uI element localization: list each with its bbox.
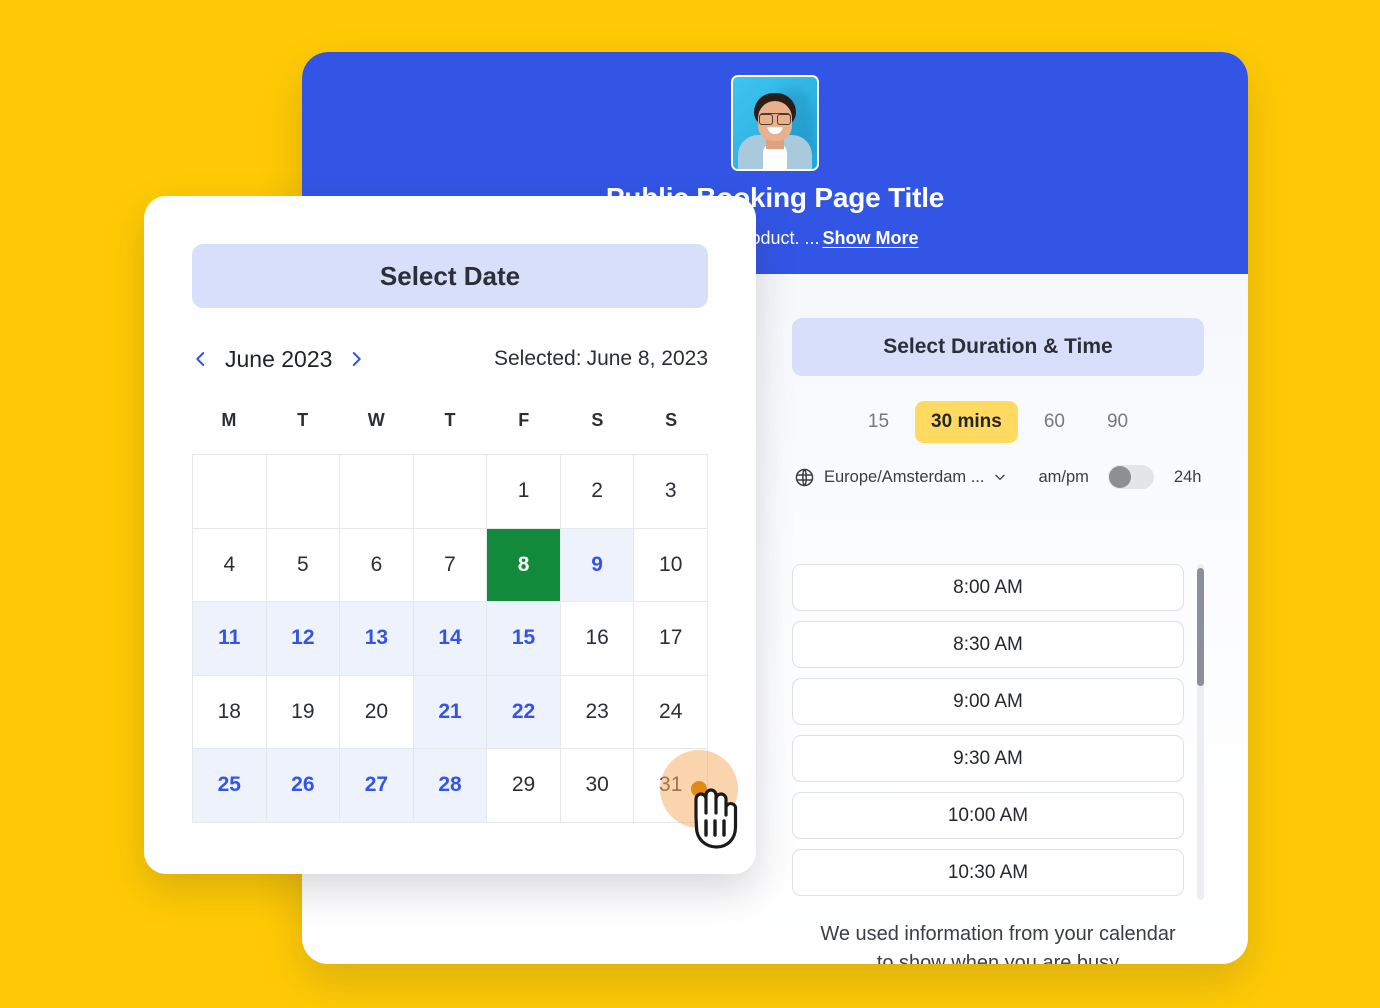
weekday-label: W bbox=[367, 410, 385, 430]
weekday-header: M T W T F S S bbox=[192, 410, 708, 442]
weekday-label: S bbox=[591, 410, 604, 430]
weekday-label: S bbox=[665, 410, 678, 430]
duration-heading: Select Duration & Time bbox=[792, 318, 1204, 376]
time-slots-scrollbar[interactable] bbox=[1197, 564, 1204, 900]
chevron-left-icon[interactable] bbox=[192, 350, 210, 368]
selected-date-label: Selected: June 8, 2023 bbox=[494, 347, 708, 371]
ampm-label: am/pm bbox=[1038, 467, 1089, 486]
scrollbar-thumb[interactable] bbox=[1197, 568, 1204, 686]
calendar-day[interactable]: 13 bbox=[340, 602, 414, 676]
calendar-day[interactable]: 8 bbox=[487, 528, 561, 602]
timezone-row: Europe/Amsterdam ... am/pm 24h bbox=[792, 465, 1204, 489]
weekday-label: T bbox=[444, 410, 456, 430]
chevron-right-icon[interactable] bbox=[347, 350, 365, 368]
calendar-day[interactable]: 22 bbox=[487, 675, 561, 749]
toggle-knob bbox=[1108, 466, 1131, 488]
selected-prefix: Selected: bbox=[494, 347, 582, 370]
calendar-day[interactable]: 10 bbox=[634, 528, 708, 602]
calendar-day[interactable]: 30 bbox=[560, 749, 635, 823]
calendar-day[interactable]: 21 bbox=[413, 675, 488, 749]
selected-date-value: June 8, 2023 bbox=[586, 347, 708, 370]
calendar-day[interactable]: 1 bbox=[487, 455, 561, 529]
busy-note-line-1: We used information from your calendar bbox=[820, 923, 1176, 945]
calendar-day[interactable]: 7 bbox=[413, 528, 488, 602]
duration-option-60[interactable]: 60 bbox=[1028, 401, 1081, 443]
calendar-day-empty bbox=[193, 455, 267, 529]
calendar-day[interactable]: 19 bbox=[266, 675, 341, 749]
calendar-day[interactable]: 29 bbox=[487, 749, 561, 823]
timezone-label[interactable]: Europe/Amsterdam ... bbox=[824, 468, 984, 487]
calendar-day[interactable]: 3 bbox=[634, 455, 708, 529]
duration-options: 15 30 mins 60 90 bbox=[792, 401, 1204, 443]
chevron-down-icon[interactable] bbox=[993, 470, 1007, 484]
h24-label: 24h bbox=[1173, 467, 1202, 486]
calendar-day[interactable]: 27 bbox=[340, 749, 414, 823]
calendar-day[interactable]: 5 bbox=[266, 528, 341, 602]
show-more-link[interactable]: Show More bbox=[823, 228, 919, 248]
weekday-label: M bbox=[221, 410, 237, 430]
time-slot[interactable]: 8:00 AM bbox=[792, 564, 1184, 611]
weekday-label: F bbox=[518, 410, 530, 430]
calendar-day-empty bbox=[266, 455, 341, 529]
calendar-day[interactable]: 23 bbox=[560, 675, 635, 749]
calendar-toolbar: June 2023 Selected: June 8, 2023 bbox=[192, 342, 708, 376]
calendar-day[interactable]: 25 bbox=[193, 749, 267, 823]
calendar-day[interactable]: 20 bbox=[340, 675, 414, 749]
time-slot[interactable]: 9:00 AM bbox=[792, 678, 1184, 725]
calendar-day[interactable]: 26 bbox=[266, 749, 341, 823]
avatar bbox=[731, 75, 819, 171]
time-slots-section: 8:00 AM 8:30 AM 9:00 AM 9:30 AM 10:00 AM… bbox=[792, 564, 1204, 900]
calendar-day[interactable]: 31 bbox=[634, 749, 708, 823]
duration-option-90[interactable]: 90 bbox=[1091, 401, 1144, 443]
calendar-day[interactable]: 11 bbox=[193, 602, 267, 676]
calendar-day[interactable]: 2 bbox=[560, 455, 635, 529]
duration-option-15[interactable]: 15 bbox=[852, 401, 905, 443]
month-label: June 2023 bbox=[225, 345, 333, 372]
calendar-day[interactable]: 16 bbox=[560, 602, 635, 676]
time-format-toggle[interactable] bbox=[1107, 465, 1154, 489]
globe-icon bbox=[795, 468, 814, 486]
time-slot[interactable]: 9:30 AM bbox=[792, 735, 1184, 782]
calendar-day[interactable]: 4 bbox=[193, 528, 267, 602]
calendar-day[interactable]: 28 bbox=[413, 749, 488, 823]
calendar-day[interactable]: 15 bbox=[487, 602, 561, 676]
duration-section: Select Duration & Time 15 30 mins 60 90 … bbox=[792, 318, 1204, 489]
duration-option-30[interactable]: 30 mins bbox=[915, 401, 1018, 443]
select-date-heading: Select Date bbox=[192, 244, 708, 308]
time-slot[interactable]: 8:30 AM bbox=[792, 621, 1184, 668]
calendar-card: Select Date June 2023 Selected: June 8, 2… bbox=[144, 196, 756, 874]
calendar-day[interactable]: 6 bbox=[340, 528, 414, 602]
calendar-day-empty bbox=[340, 455, 414, 529]
calendar-day-grid: 1 2 3 4 5 6 7 8 9 10 11 12 13 14 15 16 17 18 19 20 21 22 23 24 2… bbox=[192, 454, 708, 823]
calendar-day[interactable]: 14 bbox=[413, 602, 488, 676]
time-slot[interactable]: 10:30 AM bbox=[792, 849, 1184, 896]
time-slot[interactable]: 10:00 AM bbox=[792, 792, 1184, 839]
weekday-label: T bbox=[297, 410, 309, 430]
busy-note: We used information from your calendar t… bbox=[772, 920, 1224, 964]
calendar-day[interactable]: 17 bbox=[634, 602, 708, 676]
calendar-day-empty bbox=[413, 455, 488, 529]
calendar-day[interactable]: 24 bbox=[634, 675, 708, 749]
busy-note-line-2: to show when you are busy bbox=[876, 952, 1120, 964]
calendar-day[interactable]: 18 bbox=[193, 675, 267, 749]
time-slots-list: 8:00 AM 8:30 AM 9:00 AM 9:30 AM 10:00 AM… bbox=[792, 564, 1184, 900]
calendar-day[interactable]: 12 bbox=[266, 602, 341, 676]
avatar-glasses bbox=[759, 113, 791, 125]
calendar-day[interactable]: 9 bbox=[560, 528, 635, 602]
